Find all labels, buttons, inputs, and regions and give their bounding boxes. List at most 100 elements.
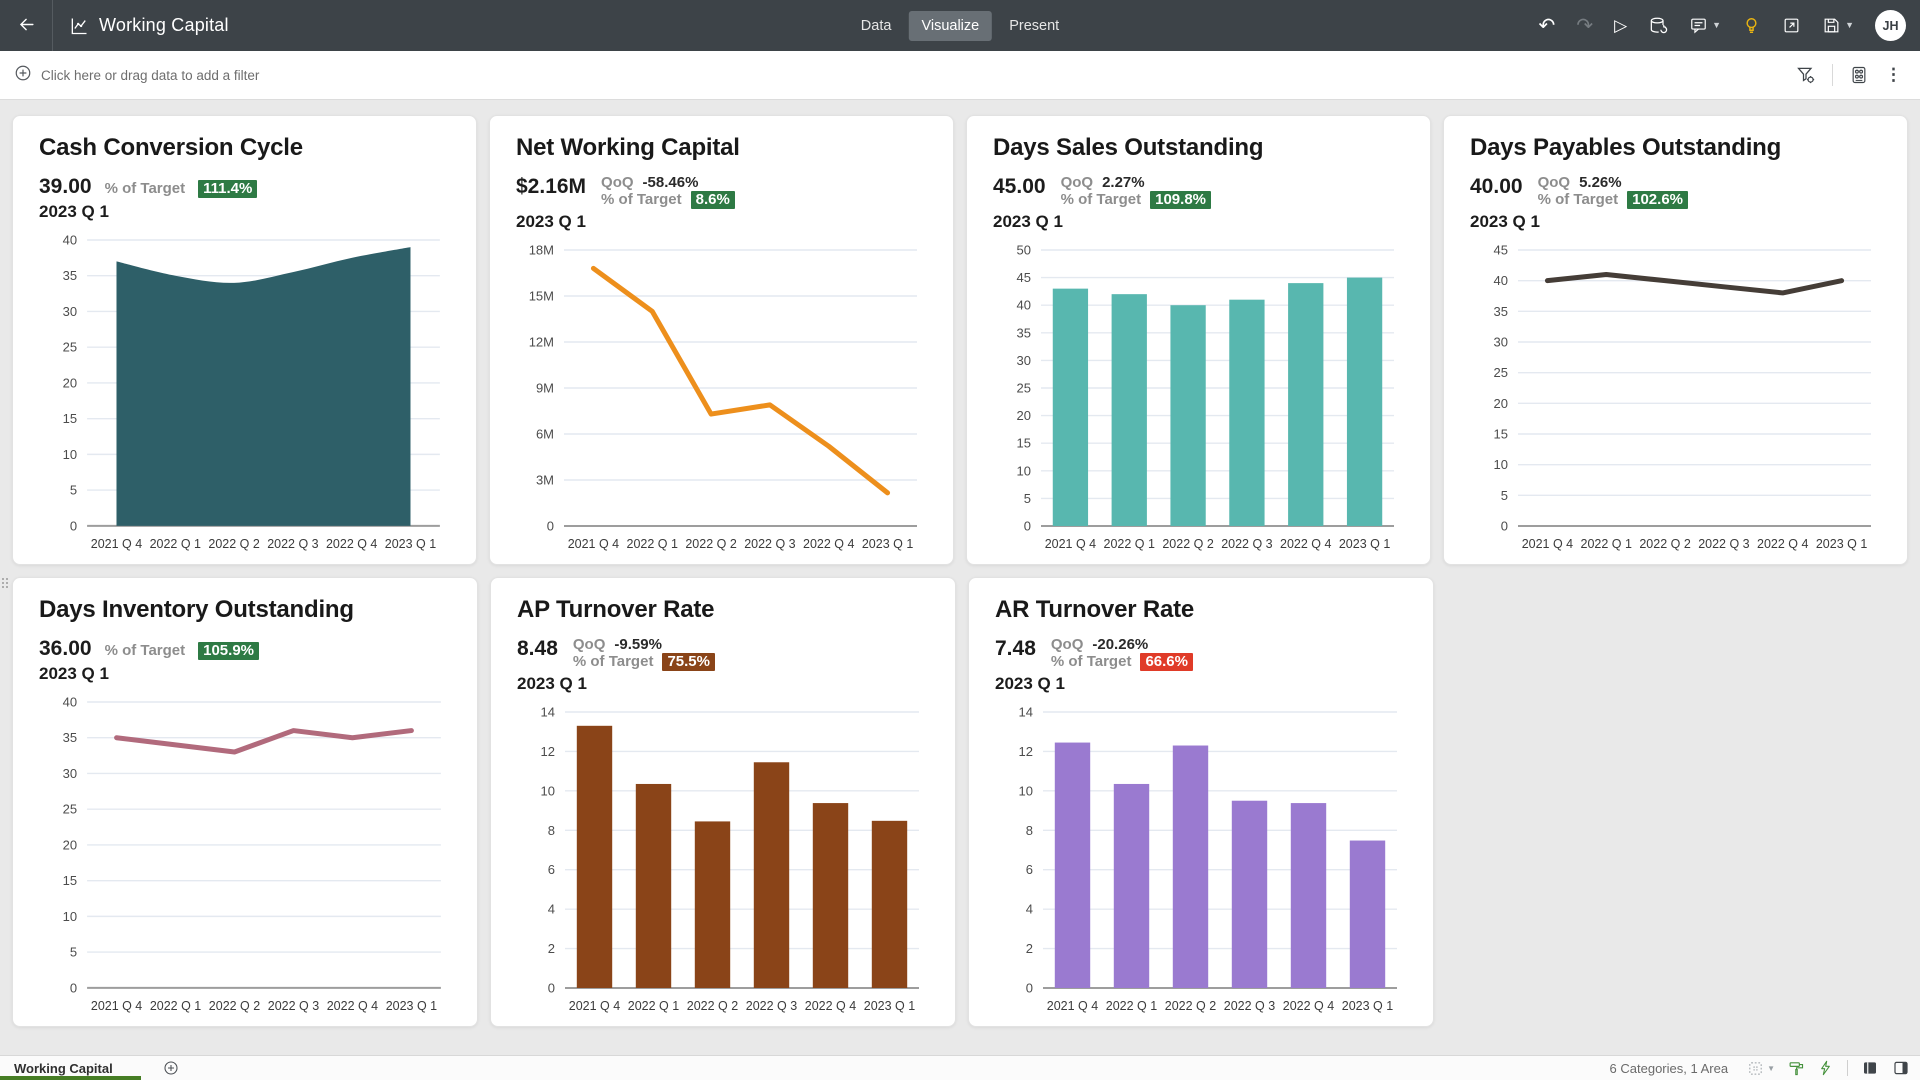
svg-text:5: 5	[1024, 491, 1031, 506]
auto-apply-lightning-icon[interactable]	[1818, 1060, 1834, 1076]
tab-data[interactable]: Data	[848, 11, 905, 41]
back-button[interactable]	[0, 0, 52, 51]
qoq-value: -9.59%	[614, 636, 662, 653]
svg-text:2022 Q 3: 2022 Q 3	[746, 999, 797, 1013]
target-badge: 66.6%	[1140, 653, 1193, 671]
svg-text:15: 15	[63, 873, 77, 888]
svg-text:2022 Q 4: 2022 Q 4	[327, 999, 378, 1013]
kpi-value: 7.48	[995, 636, 1036, 661]
mode-tabs: Data Visualize Present	[848, 11, 1072, 41]
svg-text:40: 40	[63, 695, 77, 710]
footer-divider	[1847, 1060, 1848, 1076]
qoq-value: 5.26%	[1579, 174, 1622, 191]
undo-icon[interactable]: ↶	[1539, 16, 1556, 36]
svg-text:2021 Q 4: 2021 Q 4	[569, 999, 620, 1013]
svg-text:20: 20	[63, 376, 77, 391]
kpi-period: 2023 Q 1	[1470, 212, 1881, 232]
kpi-card-days-payables-outstanding[interactable]: Days Payables Outstanding 40.00 QoQ 5.26%…	[1443, 115, 1908, 565]
svg-text:0: 0	[1026, 981, 1033, 996]
line-chart-days-payables-outstanding: 0510152025303540452021 Q 42022 Q 12022 Q…	[1470, 240, 1881, 556]
svg-text:4: 4	[1026, 902, 1033, 917]
svg-text:2022 Q 3: 2022 Q 3	[267, 537, 318, 551]
kpi-period: 2023 Q 1	[39, 664, 451, 684]
insights-lightbulb-icon[interactable]	[1742, 16, 1761, 35]
card-title: AR Turnover Rate	[995, 596, 1407, 624]
save-dropdown-arrow: ▼	[1845, 21, 1854, 30]
kpi-card-cash-conversion-cycle[interactable]: Cash Conversion Cycle 39.00 % of Target …	[12, 115, 477, 565]
svg-text:20: 20	[63, 838, 77, 853]
svg-text:2022 Q 4: 2022 Q 4	[805, 999, 856, 1013]
add-filter-target[interactable]: Click here or drag data to add a filter	[14, 64, 259, 87]
kpi-card-days-sales-outstanding[interactable]: Days Sales Outstanding 45.00 QoQ2.27% % …	[966, 115, 1431, 565]
tab-present[interactable]: Present	[996, 11, 1072, 41]
filter-settings-icon[interactable]	[1796, 65, 1816, 85]
comments-icon[interactable]: ▼	[1689, 16, 1721, 35]
svg-text:40: 40	[63, 233, 77, 248]
svg-text:2: 2	[1026, 941, 1033, 956]
svg-text:6: 6	[548, 862, 555, 877]
left-panel-toggle-icon[interactable]	[1861, 1059, 1879, 1077]
svg-text:2022 Q 3: 2022 Q 3	[268, 999, 319, 1013]
refresh-data-icon[interactable]	[1648, 16, 1668, 36]
paint-roller-icon[interactable]	[1788, 1060, 1805, 1077]
svg-text:2: 2	[548, 941, 555, 956]
svg-text:20: 20	[1494, 396, 1508, 411]
qoq-label: QoQ	[1061, 174, 1094, 191]
tab-visualize[interactable]: Visualize	[908, 11, 992, 41]
canvas-status-area: 6 Categories, 1 Area ▼	[1610, 1059, 1920, 1077]
svg-text:12M: 12M	[529, 335, 554, 350]
svg-text:45: 45	[1017, 270, 1031, 285]
kpi-card-days-inventory-outstanding[interactable]: Days Inventory Outstanding 36.00 % of Ta…	[12, 577, 478, 1027]
topbar-actions: ↶ ↷ ▷ ▼	[1539, 10, 1920, 41]
target-badge: 109.8%	[1150, 191, 1211, 209]
canvas-drag-handle[interactable]	[2, 578, 11, 588]
target-badge: 105.9%	[198, 642, 259, 660]
filterbar-divider	[1832, 64, 1833, 86]
svg-text:2021 Q 4: 2021 Q 4	[91, 537, 142, 551]
svg-text:8: 8	[548, 823, 555, 838]
svg-text:3M: 3M	[536, 473, 554, 488]
qoq-value: 2.27%	[1102, 174, 1145, 191]
canvas-tab-working-capital[interactable]: Working Capital	[0, 1056, 141, 1080]
filter-bar: Click here or drag data to add a filter …	[0, 51, 1920, 100]
kpi-period: 2023 Q 1	[993, 212, 1404, 232]
target-badge: 111.4%	[198, 180, 257, 198]
area-chart-cash-conversion-cycle: 05101520253035402021 Q 42022 Q 12022 Q 2…	[39, 230, 450, 556]
svg-text:2021 Q 4: 2021 Q 4	[1045, 537, 1096, 551]
svg-text:0: 0	[548, 981, 555, 996]
right-panel-toggle-icon[interactable]	[1892, 1059, 1910, 1077]
svg-text:2022 Q 2: 2022 Q 2	[1165, 999, 1216, 1013]
card-title: Net Working Capital	[516, 134, 927, 162]
svg-text:45: 45	[1494, 243, 1508, 258]
svg-text:35: 35	[63, 730, 77, 745]
svg-text:2022 Q 3: 2022 Q 3	[1221, 537, 1272, 551]
svg-text:2022 Q 2: 2022 Q 2	[1162, 537, 1213, 551]
card-row-2: Days Inventory Outstanding 36.00 % of Ta…	[12, 577, 1908, 1027]
svg-text:2022 Q 4: 2022 Q 4	[1283, 999, 1334, 1013]
card-title: Days Sales Outstanding	[993, 134, 1404, 162]
canvas-properties-icon[interactable]	[1849, 65, 1869, 85]
user-avatar[interactable]: JH	[1875, 10, 1906, 41]
svg-text:2023 Q 1: 2023 Q 1	[864, 999, 915, 1013]
svg-text:2022 Q 2: 2022 Q 2	[685, 537, 736, 551]
target-label: % of Target	[601, 191, 682, 208]
kpi-card-ap-turnover-rate[interactable]: AP Turnover Rate 8.48 QoQ-9.59% % of Tar…	[490, 577, 956, 1027]
grid-layout-icon[interactable]: ▼	[1747, 1060, 1775, 1077]
redo-icon[interactable]: ↷	[1576, 16, 1593, 36]
export-window-icon[interactable]	[1782, 16, 1801, 35]
target-label: % of Target	[1051, 653, 1132, 670]
kpi-card-ar-turnover-rate[interactable]: AR Turnover Rate 7.48 QoQ-20.26% % of Ta…	[968, 577, 1434, 1027]
qoq-label: QoQ	[1538, 174, 1571, 191]
bar-chart-days-sales-outstanding: 051015202530354045502021 Q 42022 Q 12022…	[993, 240, 1404, 556]
target-badge: 102.6%	[1627, 191, 1688, 209]
back-arrow-icon	[17, 15, 36, 37]
kpi-value: 40.00	[1470, 174, 1523, 199]
more-options-kebab-icon[interactable]: ⋮	[1885, 65, 1902, 85]
card-title: Days Payables Outstanding	[1470, 134, 1881, 162]
preview-play-icon[interactable]: ▷	[1614, 17, 1627, 34]
bar-chart-ar-turnover-rate: 024681012142021 Q 42022 Q 12022 Q 22022 …	[995, 702, 1407, 1018]
save-icon[interactable]: ▼	[1822, 16, 1854, 35]
kpi-card-net-working-capital[interactable]: Net Working Capital $2.16M QoQ-58.46% % …	[489, 115, 954, 565]
add-canvas-button[interactable]	[163, 1060, 179, 1076]
comments-dropdown-arrow: ▼	[1712, 21, 1721, 30]
